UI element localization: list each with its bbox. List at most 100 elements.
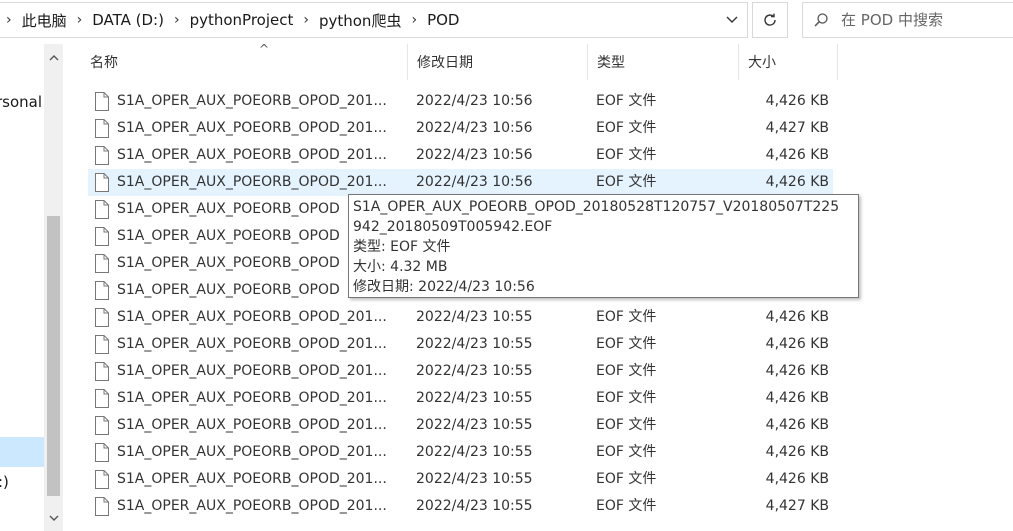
tooltip-filename-line2: 942_20180509T005942.EOF — [353, 219, 553, 235]
file-name: S1A_OPER_AUX_POEORB_OPOD_201... — [117, 174, 387, 190]
column-headers: 名称 ^ 修改日期 类型 大小 — [63, 42, 1013, 80]
file-modified-date: 2022/4/23 10:56 — [416, 147, 533, 163]
column-header-label: 大小 — [748, 55, 776, 71]
breadcrumb-data-drive[interactable]: DATA (D:) — [88, 11, 168, 29]
nav-scrollbar[interactable] — [44, 44, 63, 531]
nav-selected-highlight[interactable] — [0, 437, 44, 467]
file-icon — [95, 119, 109, 138]
file-icon — [95, 389, 109, 408]
file-type: EOF 文件 — [596, 363, 657, 379]
search-icon — [803, 12, 839, 28]
file-size: 4,426 KB — [765, 363, 829, 379]
file-icon — [95, 308, 109, 327]
file-size: 4,426 KB — [765, 93, 829, 109]
file-row[interactable]: S1A_OPER_AUX_POEORB_OPOD_201... 2022/4/23… — [88, 115, 833, 142]
tooltip-type: 类型: EOF 文件 — [353, 239, 451, 255]
address-bar[interactable]: › 此电脑 › DATA (D:) › pythonProject › pyth… — [0, 2, 748, 38]
file-modified-date: 2022/4/23 10:56 — [416, 93, 533, 109]
file-row[interactable]: S1A_OPER_AUX_POEORB_OPOD_201... 2022/4/23… — [88, 439, 833, 466]
file-icon — [95, 227, 109, 246]
breadcrumb-separator[interactable]: › — [168, 12, 186, 28]
file-name: S1A_OPER_AUX_POEORB_OPOD_201... — [117, 336, 387, 352]
column-header-type[interactable]: 类型 — [589, 44, 739, 80]
chevron-down-icon — [726, 16, 738, 23]
file-modified-date: 2022/4/23 10:56 — [416, 174, 533, 190]
file-icon — [95, 92, 109, 111]
refresh-button[interactable] — [752, 2, 788, 38]
breadcrumb-separator[interactable]: › — [405, 12, 423, 28]
nav-item-drive[interactable]: :) — [0, 473, 9, 491]
file-size: 4,426 KB — [765, 309, 829, 325]
file-name: S1A_OPER_AUX_POEORB_OPOD_201... — [117, 444, 387, 460]
file-row[interactable]: S1A_OPER_AUX_POEORB_OPOD_201... 2022/4/23… — [88, 466, 833, 493]
file-modified-date: 2022/4/23 10:55 — [416, 309, 533, 325]
scrollbar-thumb[interactable] — [47, 216, 60, 496]
scroll-down-icon[interactable] — [44, 508, 63, 528]
breadcrumb-pod[interactable]: POD — [423, 11, 463, 29]
breadcrumb-python-project[interactable]: pythonProject — [186, 11, 298, 29]
file-row[interactable]: S1A_OPER_AUX_POEORB_OPOD_201... 2022/4/23… — [88, 412, 833, 439]
file-row[interactable]: S1A_OPER_AUX_POEORB_OPOD_201... 2022/4/23… — [88, 493, 833, 520]
file-size: 4,426 KB — [765, 417, 829, 433]
file-row[interactable]: S1A_OPER_AUX_POEORB_OPOD_201... 2022/4/23… — [88, 358, 833, 385]
nav-item-personal[interactable]: rsonal — [0, 93, 42, 111]
tooltip-size: 大小: 4.32 MB — [353, 259, 448, 275]
sort-ascending-icon: ^ — [259, 42, 270, 56]
file-type: EOF 文件 — [596, 147, 657, 163]
file-icon — [95, 443, 109, 462]
column-header-label: 修改日期 — [417, 55, 473, 71]
column-header-size[interactable]: 大小 — [740, 44, 838, 80]
breadcrumb-python-spider[interactable]: python爬虫 — [315, 10, 405, 31]
toolbar: › 此电脑 › DATA (D:) › pythonProject › pyth… — [0, 0, 1013, 42]
search-input[interactable] — [839, 10, 1003, 30]
file-type: EOF 文件 — [596, 471, 657, 487]
address-history-dropdown[interactable] — [717, 3, 747, 37]
file-size: 4,427 KB — [765, 120, 829, 136]
file-modified-date: 2022/4/23 10:55 — [416, 336, 533, 352]
file-row[interactable]: S1A_OPER_AUX_POEORB_OPOD_201... 2022/4/23… — [88, 331, 833, 358]
file-type: EOF 文件 — [596, 390, 657, 406]
file-icon — [95, 200, 109, 219]
column-header-name[interactable]: 名称 ^ — [83, 42, 408, 80]
file-icon — [95, 416, 109, 435]
file-type: EOF 文件 — [596, 174, 657, 190]
file-row[interactable]: S1A_OPER_AUX_POEORB_OPOD_201... 2022/4/23… — [88, 304, 833, 331]
file-name: S1A_OPER_AUX_POEORB_OPOD_201... — [117, 147, 387, 163]
file-modified-date: 2022/4/23 10:55 — [416, 363, 533, 379]
file-row[interactable]: S1A_OPER_AUX_POEORB_OPOD_201... 2022/4/23… — [88, 169, 833, 196]
refresh-icon — [764, 13, 776, 26]
file-name: S1A_OPER_AUX_POEORB_OPOD_201... — [117, 363, 387, 379]
file-icon — [95, 146, 109, 165]
breadcrumb-separator[interactable]: › — [71, 12, 89, 28]
breadcrumb-this-pc[interactable]: 此电脑 — [18, 10, 71, 31]
file-name: S1A_OPER_AUX_POEORB_OPOD_201... — [117, 471, 387, 487]
file-type: EOF 文件 — [596, 417, 657, 433]
file-size: 4,426 KB — [765, 471, 829, 487]
file-type: EOF 文件 — [596, 336, 657, 352]
file-type: EOF 文件 — [596, 498, 657, 514]
file-modified-date: 2022/4/23 10:55 — [416, 390, 533, 406]
file-modified-date: 2022/4/23 10:55 — [416, 444, 533, 460]
file-size: 4,426 KB — [765, 147, 829, 163]
file-size: 4,426 KB — [765, 336, 829, 352]
search-box[interactable] — [802, 2, 1013, 38]
scroll-up-icon[interactable] — [44, 48, 63, 68]
file-name: S1A_OPER_AUX_POEORB_OPOD_201... — [117, 93, 387, 109]
breadcrumb-separator[interactable]: › — [297, 12, 315, 28]
file-icon — [95, 497, 109, 516]
column-header-date[interactable]: 修改日期 — [409, 44, 588, 80]
file-modified-date: 2022/4/23 10:55 — [416, 498, 533, 514]
file-icon — [95, 173, 109, 192]
file-icon — [95, 281, 109, 300]
file-row[interactable]: S1A_OPER_AUX_POEORB_OPOD_201... 2022/4/23… — [88, 142, 833, 169]
file-name: S1A_OPER_AUX_POEORB_OPOD_201... — [117, 390, 387, 406]
column-header-label: 类型 — [597, 55, 625, 71]
file-name: S1A_OPER_AUX_POEORB_OPOD_201... — [117, 498, 387, 514]
file-type: EOF 文件 — [596, 120, 657, 136]
file-size: 4,427 KB — [765, 498, 829, 514]
file-row[interactable]: S1A_OPER_AUX_POEORB_OPOD_201... 2022/4/23… — [88, 88, 833, 115]
file-type: EOF 文件 — [596, 93, 657, 109]
file-row[interactable]: S1A_OPER_AUX_POEORB_OPOD_201... 2022/4/23… — [88, 385, 833, 412]
file-type: EOF 文件 — [596, 444, 657, 460]
file-modified-date: 2022/4/23 10:55 — [416, 417, 533, 433]
